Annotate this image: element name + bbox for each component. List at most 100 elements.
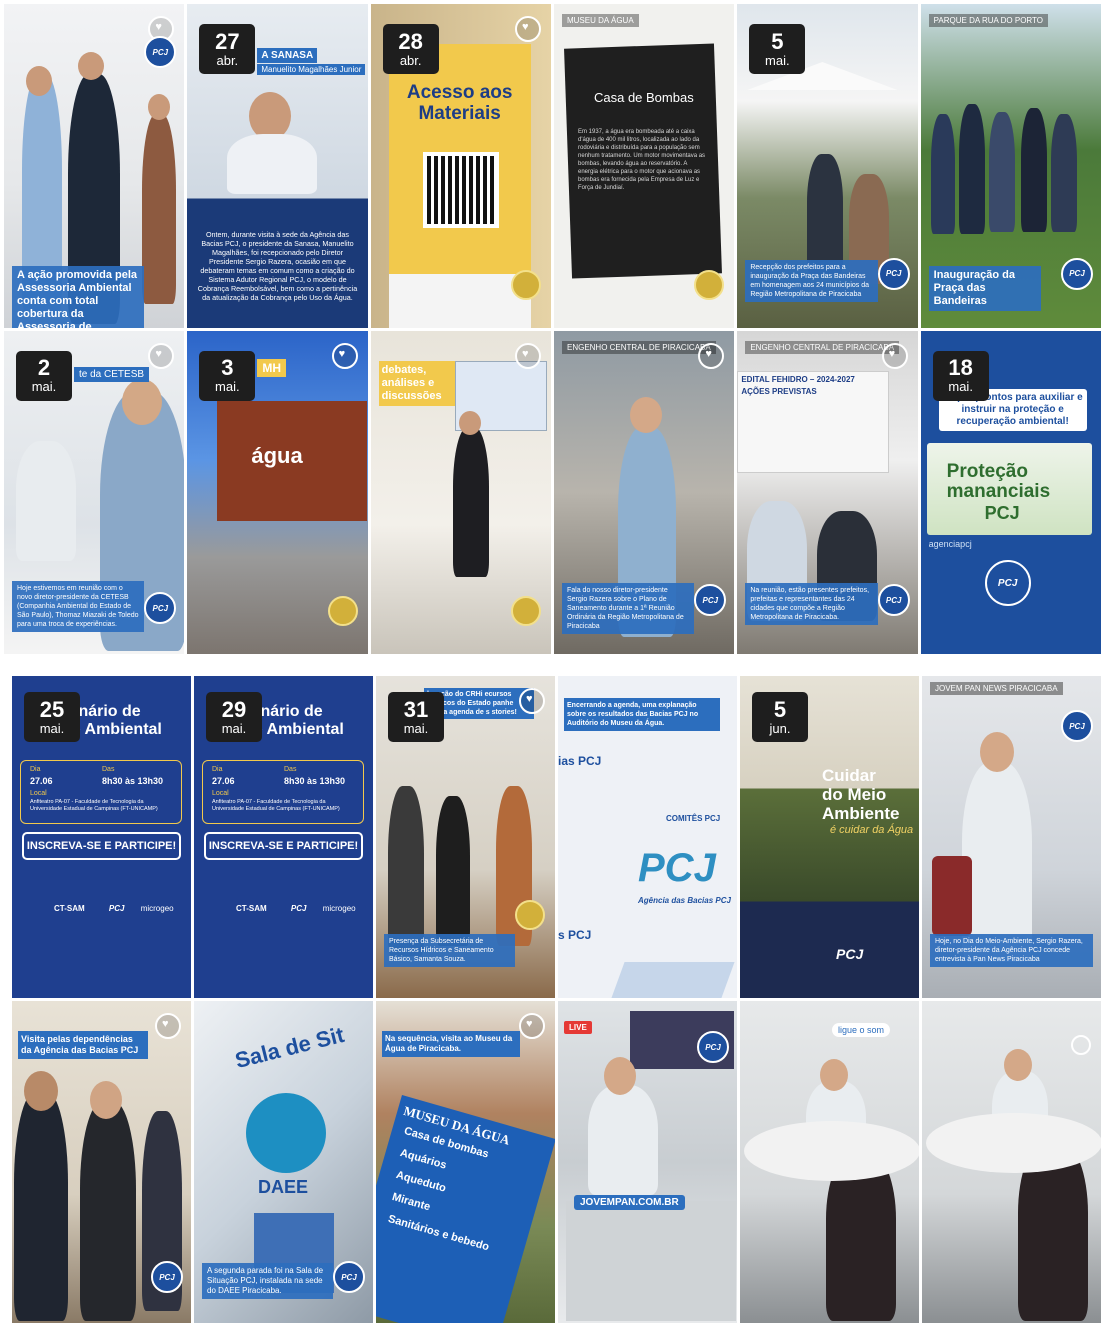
person — [227, 134, 318, 194]
story-tile[interactable]: Cuidar do Meio Ambiente é cuidar da Água… — [740, 676, 919, 998]
url-sticker[interactable]: JOVEMPAN.COM.BR — [574, 1195, 685, 1210]
person — [807, 154, 844, 274]
seminar-title-1: inário de — [256, 703, 323, 720]
story-caption-top: Encerrando a agenda, uma explanação sobr… — [564, 698, 720, 731]
date-month: mai. — [948, 379, 973, 394]
person-head — [820, 1059, 848, 1091]
heart-icon[interactable] — [698, 342, 725, 369]
pcj-logo: PCJ — [877, 257, 910, 290]
story-tile[interactable]: PARQUE DA RUA DO PORTO Inauguração da Pr… — [920, 4, 1101, 328]
story-tile[interactable]: LIVE JOVEMPAN.COM.BR PCJ — [558, 1001, 737, 1323]
person-head — [90, 1081, 122, 1119]
person — [14, 1091, 68, 1321]
story-tile[interactable]: Casa de Bombas Em 1937, a água era bombe… — [553, 4, 735, 328]
location-tag: ENGENHO CENTRAL DE PIRACICABA — [745, 340, 900, 354]
heart-icon[interactable] — [514, 342, 541, 369]
wall-lettering: água — [251, 442, 303, 468]
wall-text-1: ias PCJ — [558, 754, 602, 768]
date-day: 3 — [221, 355, 234, 380]
date-month: mai. — [31, 379, 57, 394]
register-button[interactable]: INSCREVA-SE E PARTICIPE! — [22, 832, 181, 860]
sponsor-bar: CT-SAM PCJ microgeo — [200, 904, 367, 913]
date-badge: 18 mai. — [932, 350, 989, 401]
story-tile[interactable]: 2mai. te da CETESB Hoje estivemos em reu… — [4, 330, 185, 654]
story-tile[interactable]: MUSEU DA ÁGUA Casa de bombas Aquários Aq… — [376, 1001, 555, 1323]
heart-icon[interactable] — [881, 342, 908, 369]
story-tile[interactable]: EDITAL FEHIDRO – 2024-2027 AÇÕES PREVIST… — [737, 330, 918, 654]
register-button[interactable]: INSCREVA-SE E PARTICIPE! — [204, 832, 363, 860]
story-tile[interactable]: inário de de Ambiental Dia 27.06 Das 8h3… — [194, 676, 373, 998]
local-value: Anfiteatro PA-07 - Faculdade de Tecnolog… — [30, 799, 158, 812]
person — [80, 1101, 136, 1321]
heart-icon[interactable] — [148, 342, 175, 369]
sound-sticker[interactable]: ligue o som — [832, 1023, 891, 1037]
heart-icon[interactable] — [519, 1013, 545, 1039]
location-tag: PARQUE DA RUA DO PORTO — [928, 14, 1049, 27]
location-tag: JOVEM PAN NEWS PIRACICABA — [930, 682, 1063, 695]
wall-text-3: PCJ — [638, 846, 716, 890]
story-tile[interactable]: 5 mai. Recepção dos prefeitos para a inau… — [737, 4, 918, 328]
date-month: mai. — [39, 720, 65, 736]
date-badge: 29 mai. — [206, 692, 262, 742]
story-tile[interactable] — [922, 1001, 1101, 1323]
story-tile[interactable]: debates, análises e discussões — [370, 330, 551, 654]
pcj-logo: PCJ — [333, 1261, 365, 1293]
seal-icon — [510, 269, 541, 300]
date-day: 31 — [403, 696, 429, 722]
story-tile[interactable]: Acesso aos Materiais 28 abr. — [370, 4, 551, 328]
story-tile[interactable]: 27 abr. A SANASA Manuelito Magalhães Juni… — [187, 4, 368, 328]
wall-text-2: COMITÊS PCJ — [666, 814, 721, 823]
heart-icon[interactable] — [519, 688, 545, 714]
story-tile[interactable]: empre prontos para auxiliar e instruir n… — [920, 330, 1101, 654]
story-tile[interactable]: JOVEM PAN NEWS PIRACICABA PCJ Hoje, no D… — [922, 676, 1101, 998]
wall-text-4: Agência das Bacias PCJ — [638, 896, 731, 905]
dia-label: Dia — [30, 766, 41, 773]
banner-base — [388, 274, 531, 328]
story-tile[interactable]: PCJ A ação promovida pela Assessoria Amb… — [4, 4, 185, 328]
qr-code — [422, 152, 499, 228]
story-tile[interactable]: Sala de Sit DAEE A segunda parada foi na… — [194, 1001, 373, 1323]
date-badge: 5 jun. — [752, 692, 808, 742]
story-tile[interactable]: Visita pelas dependências da Agência das… — [12, 1001, 191, 1323]
story-tile[interactable]: água 3 mai. MH — [187, 330, 368, 654]
story-caption: Fala do nosso diretor-presidente Sergio … — [561, 582, 695, 634]
footer-logo: PCJ — [836, 946, 864, 962]
sponsor-microgeo: microgeo — [140, 904, 174, 913]
sponsor-pcj: PCJ — [108, 904, 125, 913]
story-caption-top: debates, análises e discussões — [378, 360, 455, 406]
chair — [932, 856, 972, 936]
person — [436, 796, 470, 946]
story-caption: Na reunião, estão presentes prefeitos, p… — [745, 582, 878, 625]
banner-title: Acesso aos Materiais — [406, 82, 513, 124]
daee-emblem — [246, 1093, 326, 1173]
date-month: mai. — [765, 52, 790, 68]
card-line-1: Proteção — [946, 460, 1028, 482]
story-tile[interactable]: inário de de Ambiental Dia 27.06 Das 8h3… — [12, 676, 191, 998]
story-tile[interactable]: Encerrando a agenda, uma explanação sobr… — [558, 676, 737, 998]
live-badge: LIVE — [564, 1021, 592, 1034]
heart-icon[interactable] — [331, 342, 358, 369]
date-badge: 2 mai. — [16, 350, 72, 401]
date-badge: 28 abr. — [382, 24, 439, 74]
daee-logo-text: DAEE — [258, 1177, 309, 1197]
sponsor-pcj: PCJ — [290, 904, 307, 913]
person-head — [122, 378, 162, 425]
story-grid-top: PCJ A ação promovida pela Assessoria Amb… — [4, 4, 1101, 654]
date-badge: 31 mai. — [388, 692, 444, 742]
person — [958, 104, 985, 234]
date-day: 28 — [398, 28, 423, 54]
seal-icon — [515, 900, 545, 930]
wall-text-5: s PCJ — [558, 928, 592, 942]
story-tile[interactable]: legação do CRHi ecursos Hídricos do Esta… — [376, 676, 555, 998]
story-tile[interactable]: ligue o som — [740, 1001, 919, 1323]
story-subtitle: Manuelito Magalhães Junior — [257, 64, 366, 75]
heart-icon[interactable] — [514, 16, 541, 42]
story-tile[interactable]: ENGENHO CENTRAL DE PIRACICABA Fala do no… — [553, 330, 735, 654]
sound-icon[interactable] — [1071, 1035, 1091, 1055]
location-tag: MUSEU DA ÁGUA — [561, 14, 639, 27]
das-label: Das — [284, 766, 297, 773]
date-month: mai. — [221, 720, 247, 736]
story-caption: Ontem, durante visita à sede da Agência … — [197, 230, 358, 302]
heart-icon[interactable] — [155, 1013, 181, 1039]
pcj-logo: PCJ — [1061, 710, 1093, 742]
